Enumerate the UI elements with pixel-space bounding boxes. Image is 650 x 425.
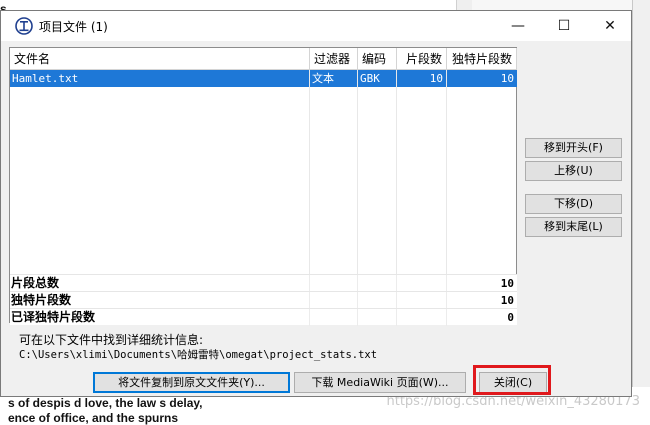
stats-file-path: C:\Users\xlimi\Documents\哈姆雷特\omegat\pro… [19, 349, 378, 361]
summary-value: 0 [507, 311, 514, 324]
cell-filename: Hamlet.txt [10, 70, 310, 87]
project-files-dialog: 项目文件 (1) — ☐ ✕ 文件名 过滤器 编码 片段数 独特片段数 Haml… [0, 10, 632, 397]
omegat-app-icon [15, 17, 33, 35]
title-bar[interactable]: 项目文件 (1) — ☐ ✕ [1, 11, 631, 41]
table-header: 文件名 过滤器 编码 片段数 独特片段数 [10, 48, 517, 70]
summary-row-total-segments: 片段总数 10 [10, 274, 517, 292]
move-down-button[interactable]: 下移(D) [525, 194, 622, 214]
summary-divider [396, 292, 397, 309]
column-divider [396, 70, 397, 274]
summary-divider [357, 292, 358, 309]
summary-label: 已译独特片段数 [11, 310, 96, 324]
summary-divider [357, 275, 358, 292]
cell-filter: 文本 [310, 70, 358, 87]
stats-info-label: 可在以下文件中找到详细统计信息: [19, 333, 204, 347]
column-header-unique-segments[interactable]: 独特片段数 [447, 48, 517, 70]
maximize-button[interactable]: ☐ [541, 11, 587, 41]
column-divider [357, 70, 358, 274]
table-row[interactable]: Hamlet.txt 文本 GBK 10 10 [10, 70, 517, 87]
column-divider [446, 70, 447, 274]
bg-bottom-line: s of despis d love, the law s delay, [8, 396, 203, 410]
column-header-segments[interactable]: 片段数 [397, 48, 447, 70]
summary-divider [446, 292, 447, 309]
cell-unique-segments: 10 [500, 72, 514, 85]
move-up-button[interactable]: 上移(U) [525, 161, 622, 181]
summary-label: 独特片段数 [11, 293, 72, 307]
move-to-top-button[interactable]: 移到开头(F) [525, 138, 622, 158]
cell-segments: 10 [397, 70, 447, 87]
summary-label: 片段总数 [11, 276, 60, 290]
move-to-bottom-button[interactable]: 移到末尾(L) [525, 217, 622, 237]
summary-divider [446, 309, 447, 326]
summary-divider [309, 309, 310, 326]
copy-to-source-folder-button[interactable]: 将文件复制到原文文件夹(Y)... [93, 372, 290, 393]
minimize-button[interactable]: — [495, 11, 541, 41]
column-divider [309, 70, 310, 274]
summary-row-translated-unique: 已译独特片段数 0 [10, 308, 517, 326]
summary-row-unique-segments: 独特片段数 10 [10, 291, 517, 309]
summary-value: 10 [500, 294, 514, 307]
summary-value: 10 [500, 277, 514, 290]
summary-divider [309, 292, 310, 309]
summary-divider [309, 275, 310, 292]
summary-divider [446, 275, 447, 292]
background-right-scrollbar[interactable] [632, 0, 650, 422]
column-header-filename[interactable]: 文件名 [10, 48, 310, 70]
summary-divider [396, 309, 397, 326]
dialog-title: 项目文件 (1) [39, 20, 108, 34]
download-mediawiki-button[interactable]: 下载 MediaWiki 页面(W)... [294, 372, 466, 393]
column-header-encoding[interactable]: 编码 [358, 48, 397, 70]
bg-bottom-line: ence of office, and the spurns [8, 411, 179, 425]
summary-divider [396, 275, 397, 292]
highlight-annotation-box [473, 365, 551, 395]
column-header-filter[interactable]: 过滤器 [310, 48, 358, 70]
cell-encoding: GBK [358, 70, 397, 87]
close-window-button[interactable]: ✕ [587, 11, 633, 41]
project-files-table: 文件名 过滤器 编码 片段数 独特片段数 Hamlet.txt 文本 GBK 1… [9, 47, 517, 326]
summary-divider [357, 309, 358, 326]
